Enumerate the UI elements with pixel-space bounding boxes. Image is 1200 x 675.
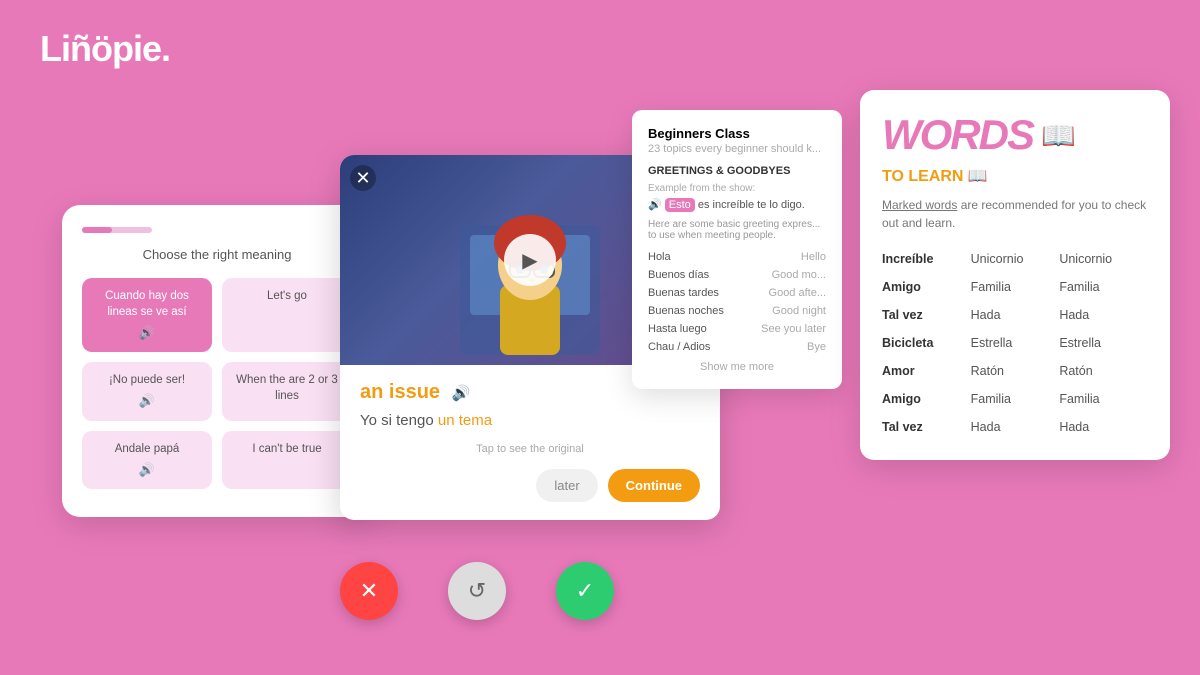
vocab-es-1: Hola: [648, 251, 671, 263]
words-grid: Increíble Unicornio Unicornio Amigo Fami…: [882, 248, 1148, 438]
vocab-list-title: Beginners Class: [648, 126, 826, 141]
sound-icon-3[interactable]: 🔊: [94, 392, 200, 410]
word-familia-4: Familia: [1059, 388, 1148, 410]
vocab-list-subtitle: 23 topics every beginner should k...: [648, 143, 826, 155]
quiz-progress-bar: [82, 227, 152, 233]
continue-button[interactable]: Continue: [608, 469, 700, 502]
vocab-es-6: Chau / Adios: [648, 341, 710, 353]
accept-button[interactable]: ✓: [556, 562, 614, 620]
vocab-section-title: GREETINGS & GOODBYES: [648, 165, 826, 177]
vocab-pairs: Hola Hello Buenos días Good mo... Buenas…: [648, 249, 826, 355]
quiz-option-4-text: When the are 2 or 3 lines: [236, 374, 338, 402]
vocab-es-3: Buenas tardes: [648, 287, 719, 299]
words-title-row: WORDS 📖: [882, 114, 1148, 156]
words-subtitle: TO LEARN 📖: [882, 166, 1148, 186]
logo: Liñöpie.: [40, 28, 170, 70]
quiz-option-3-text: ¡No puede ser!: [109, 374, 185, 386]
video-translation: Yo si tengo un tema: [360, 412, 700, 429]
word-talvez-1: Tal vez: [882, 304, 971, 326]
word-estrella-1: Estrella: [971, 332, 1060, 354]
word-amigo-1: Amigo: [882, 276, 971, 298]
vocab-pair-5: Hasta luego See you later: [648, 321, 826, 337]
quiz-option-6-text: I can't be true: [252, 443, 321, 455]
words-desc: Marked words are recommended for you to …: [882, 196, 1148, 232]
word-hada-3: Hada: [971, 416, 1060, 438]
close-button[interactable]: ✕: [350, 165, 376, 191]
vocab-pair-1: Hola Hello: [648, 249, 826, 265]
vocab-en-1: Hello: [801, 251, 826, 263]
vocab-en-4: Good night: [772, 305, 826, 317]
quiz-option-6[interactable]: I can't be true: [222, 431, 352, 489]
vocab-example-label: Example from the show:: [648, 183, 826, 194]
vocab-en-2: Good mo...: [772, 269, 826, 281]
word-familia-1: Familia: [971, 276, 1060, 298]
word-hada-2: Hada: [1059, 304, 1148, 326]
sentence-plain: es increíble te lo digo.: [698, 199, 805, 211]
quiz-option-4[interactable]: When the are 2 or 3 lines: [222, 362, 352, 420]
quiz-option-5[interactable]: Andale papá 🔊: [82, 431, 212, 489]
quiz-options: Cuando hay dos lineas se ve así 🔊 Let's …: [82, 278, 352, 489]
vocab-es-2: Buenos días: [648, 269, 709, 281]
accept-icon: ✓: [576, 578, 594, 604]
later-button[interactable]: later: [536, 469, 597, 502]
play-button[interactable]: ▶: [504, 234, 556, 286]
word-hada-4: Hada: [1059, 416, 1148, 438]
quiz-option-2-text: Let's go: [267, 290, 307, 302]
reject-button[interactable]: ✕: [340, 562, 398, 620]
quiz-option-5-text: Andale papá: [115, 443, 180, 455]
quiz-option-1-text: Cuando hay dos lineas se ve así: [105, 290, 189, 318]
vocab-pair-3: Buenas tardes Good afte...: [648, 285, 826, 301]
words-card: WORDS 📖 TO LEARN 📖 Marked words are reco…: [860, 90, 1170, 460]
vocab-desc: Here are some basic greeting expres... t…: [648, 219, 826, 241]
word-unicornio-1: Unicornio: [971, 248, 1060, 270]
quiz-option-1[interactable]: Cuando hay dos lineas se ve así 🔊: [82, 278, 212, 352]
vocab-en-6: Bye: [807, 341, 826, 353]
retry-button[interactable]: ↺: [448, 562, 506, 620]
vocab-en-5: See you later: [761, 323, 826, 335]
reject-icon: ✕: [360, 578, 378, 604]
video-buttons: later Continue: [360, 469, 700, 502]
vocab-pair-6: Chau / Adios Bye: [648, 339, 826, 355]
vocab-show-more[interactable]: Show me more: [648, 361, 826, 373]
quiz-card: Choose the right meaning Cuando hay dos …: [62, 205, 372, 517]
word-familia-2: Familia: [1059, 276, 1148, 298]
video-phrase-text: an issue: [360, 381, 440, 403]
word-estrella-2: Estrella: [1059, 332, 1148, 354]
vocab-pair-2: Buenos días Good mo...: [648, 267, 826, 283]
quiz-title: Choose the right meaning: [82, 247, 352, 262]
word-raton-2: Ratón: [1059, 360, 1148, 382]
words-book-icon: 📖: [1041, 119, 1076, 152]
word-increible: Increíble: [882, 248, 971, 270]
retry-icon: ↺: [468, 578, 486, 604]
video-translation-highlight: un tema: [438, 412, 492, 429]
vocab-es-5: Hasta luego: [648, 323, 707, 335]
sentence-icon: 🔊: [648, 199, 665, 211]
vocab-sentence: 🔊 Esto es increíble te lo digo.: [648, 198, 826, 211]
word-hada-1: Hada: [971, 304, 1060, 326]
word-bicicleta: Bicicleta: [882, 332, 971, 354]
sound-icon-1[interactable]: 🔊: [94, 324, 200, 342]
words-title-words: WORDS: [882, 114, 1033, 156]
quiz-option-2[interactable]: Let's go: [222, 278, 352, 352]
word-amor: Amor: [882, 360, 971, 382]
video-translation-text: Yo si tengo: [360, 412, 434, 429]
video-sound-icon[interactable]: 🔊: [452, 385, 471, 402]
word-raton-1: Ratón: [971, 360, 1060, 382]
vocab-pair-4: Buenas noches Good night: [648, 303, 826, 319]
vocab-en-3: Good afte...: [769, 287, 826, 299]
quiz-option-3[interactable]: ¡No puede ser! 🔊: [82, 362, 212, 420]
word-amigo-2: Amigo: [882, 388, 971, 410]
vocab-list-card: Beginners Class 23 topics every beginner…: [632, 110, 842, 389]
bottom-circles: ✕ ↺ ✓: [340, 562, 614, 620]
vocab-es-4: Buenas noches: [648, 305, 724, 317]
words-desc-marked: Marked words: [882, 198, 957, 212]
sentence-highlight: Esto: [665, 198, 695, 212]
word-familia-3: Familia: [971, 388, 1060, 410]
sound-icon-5[interactable]: 🔊: [94, 461, 200, 479]
video-tap-hint[interactable]: Tap to see the original: [360, 443, 700, 455]
quiz-progress-fill: [82, 227, 112, 233]
word-talvez-2: Tal vez: [882, 416, 971, 438]
word-unicornio-2: Unicornio: [1059, 248, 1148, 270]
